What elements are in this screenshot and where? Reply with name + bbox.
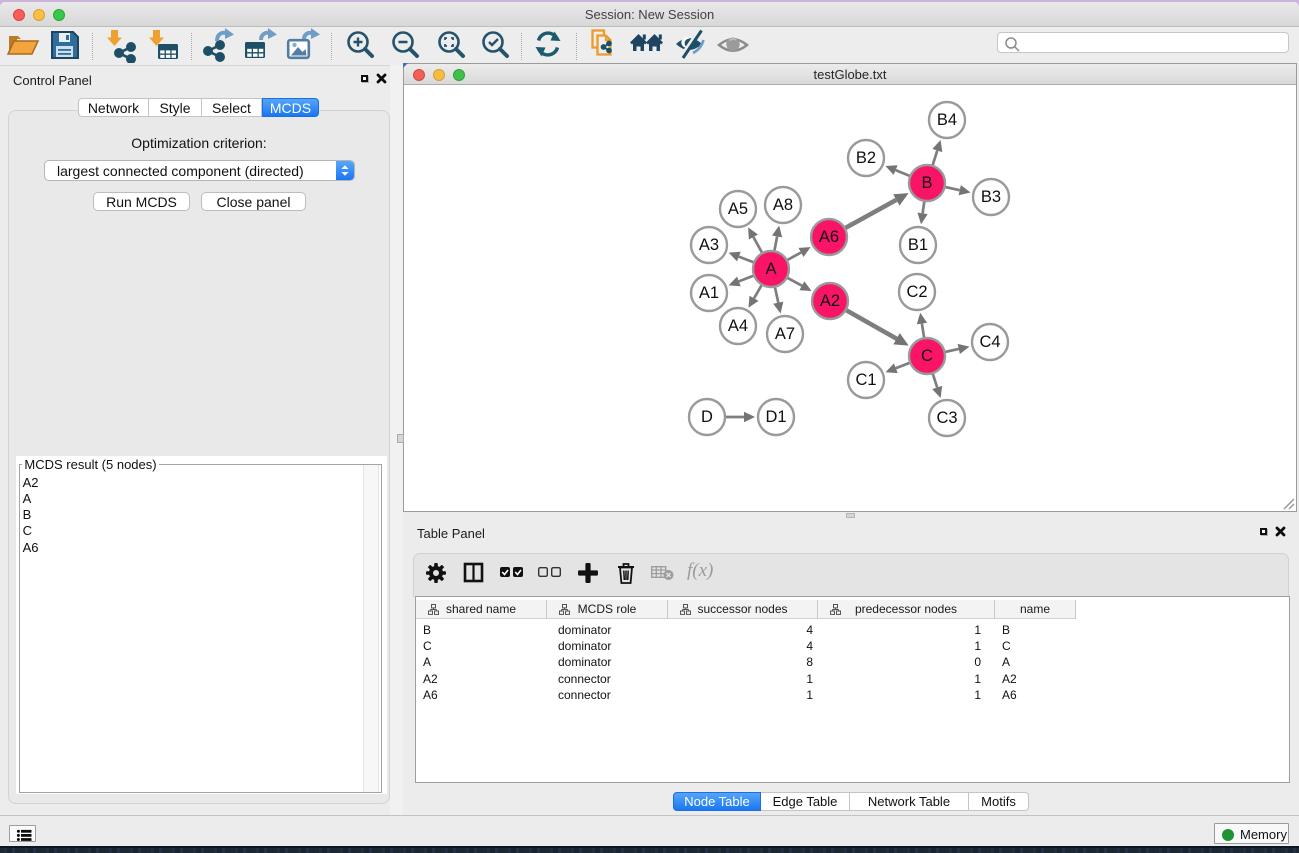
svg-text:A6: A6 — [819, 228, 839, 246]
svg-text:A8: A8 — [773, 196, 793, 214]
svg-text:A3: A3 — [699, 236, 719, 254]
svg-text:A1: A1 — [699, 284, 719, 302]
svg-text:C4: C4 — [979, 333, 1000, 351]
svg-text:C2: C2 — [906, 283, 927, 301]
svg-text:A4: A4 — [728, 317, 748, 335]
svg-text:B: B — [921, 174, 932, 192]
svg-text:D: D — [701, 408, 713, 426]
svg-text:B4: B4 — [937, 111, 957, 129]
svg-text:C3: C3 — [936, 409, 957, 427]
svg-text:B2: B2 — [856, 149, 876, 167]
svg-text:B3: B3 — [981, 188, 1001, 206]
svg-text:A7: A7 — [775, 325, 795, 343]
svg-text:A2: A2 — [820, 292, 840, 310]
svg-text:A5: A5 — [728, 200, 748, 218]
svg-text:C: C — [921, 347, 933, 365]
svg-text:B1: B1 — [908, 236, 928, 254]
svg-text:A: A — [765, 260, 776, 278]
svg-text:C1: C1 — [855, 371, 876, 389]
svg-text:D1: D1 — [765, 408, 786, 426]
